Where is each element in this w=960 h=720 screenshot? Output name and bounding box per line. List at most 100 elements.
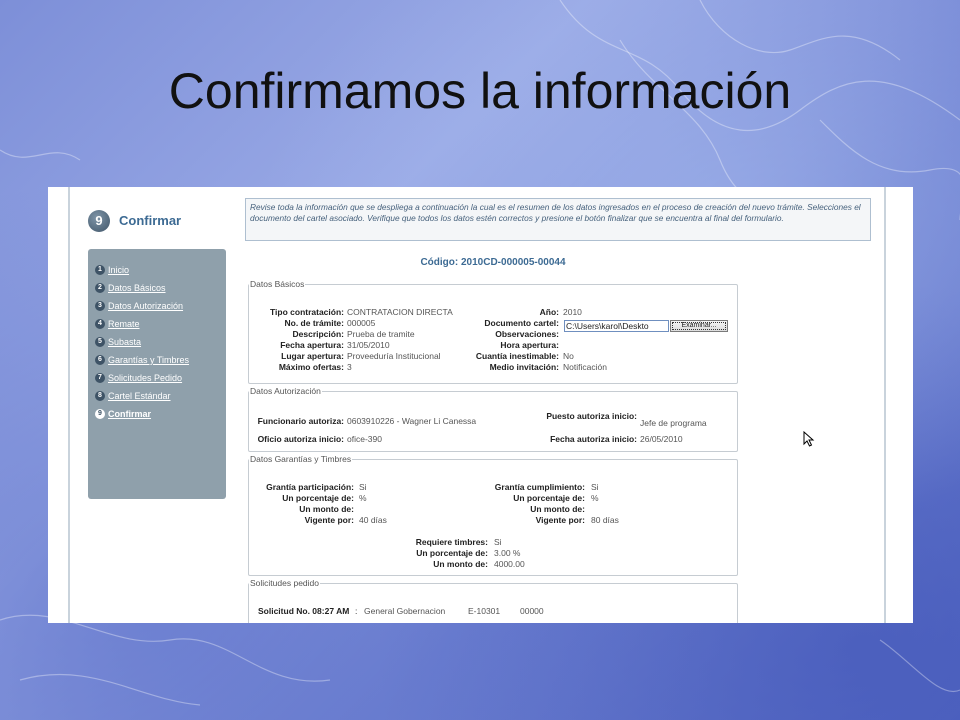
tramite-label: No. de trámite:	[284, 318, 344, 328]
section-legend: Datos Básicos	[250, 279, 305, 289]
anio-value: 2010	[563, 307, 582, 317]
slide-title: Confirmamos la información	[168, 63, 792, 119]
step-2-icon: 2	[95, 283, 105, 293]
step-1-icon: 1	[95, 265, 105, 275]
oficio-label: Oficio autoriza inicio:	[257, 434, 344, 444]
fecha-apertura-label: Fecha apertura:	[280, 340, 344, 350]
porcentaje-2-value: %	[591, 493, 599, 503]
step-number-icon: 9	[88, 210, 110, 232]
sidebar-item-label[interactable]: Solicitudes Pedido	[108, 373, 182, 383]
maximo-ofertas-label: Máximo ofertas:	[278, 362, 344, 372]
medio-invitacion-value: Notificación	[563, 362, 607, 372]
solicitud-num: 00000	[520, 606, 544, 616]
funcionario-label: Funcionario autoriza:	[257, 416, 344, 426]
solicitud-code: E-10301	[468, 606, 501, 616]
porcentaje-2-label: Un porcentaje de:	[513, 493, 585, 503]
sidebar-item-inicio[interactable]: 1 Inicio	[95, 264, 129, 276]
vigente-2-value: 80 días	[591, 515, 619, 525]
sidebar-item-label[interactable]: Subasta	[108, 337, 141, 347]
cuantia-label: Cuantía inestimable:	[475, 351, 559, 361]
sidebar-item-garantias[interactable]: 6 Garantías y Timbres	[95, 354, 189, 366]
tramite-value: 000005	[347, 318, 376, 328]
solicitudes-section: Solicitudes pedido Solicitud No. 08:27 A…	[248, 578, 738, 623]
garantia-participacion-label: Grantía participación:	[266, 482, 354, 492]
step-9-icon: 9	[95, 409, 105, 419]
sidebar-item-label[interactable]: Confirmar	[108, 409, 151, 419]
sidebar-item-label[interactable]: Cartel Estándar	[108, 391, 171, 401]
step-4-icon: 4	[95, 319, 105, 329]
lugar-apertura-value: Proveeduría Institucional	[347, 351, 441, 361]
solicitud-dept: General Gobernacion	[364, 606, 446, 616]
sidebar-item-datos-autorizacion[interactable]: 3 Datos Autorización	[95, 300, 183, 312]
sidebar-item-confirmar[interactable]: 9 Confirmar	[95, 408, 151, 420]
sidebar-item-label[interactable]: Datos Autorización	[108, 301, 183, 311]
instructions-box: Revise toda la información que se despli…	[245, 198, 871, 241]
monto-1-label: Un monto de:	[299, 504, 354, 514]
lugar-apertura-label: Lugar apertura:	[281, 351, 344, 361]
fecha-autoriza-label: Fecha autoriza inicio:	[550, 434, 637, 444]
porcentaje-1-value: %	[359, 493, 367, 503]
porcentaje-1-label: Un porcentaje de:	[282, 493, 354, 503]
sidebar-item-label[interactable]: Datos Básicos	[108, 283, 166, 293]
sidebar-item-remate[interactable]: 4 Remate	[95, 318, 140, 330]
descripcion-label: Descripción:	[292, 329, 345, 339]
frame-right-border	[884, 187, 886, 623]
vigente-2-label: Vigente por:	[535, 515, 585, 525]
monto-2-label: Un monto de:	[530, 504, 585, 514]
sidebar-item-solicitudes[interactable]: 7 Solicitudes Pedido	[95, 372, 182, 384]
sidebar-item-cartel[interactable]: 8 Cartel Estándar	[95, 390, 171, 402]
observaciones-label: Observaciones:	[495, 329, 559, 339]
funcionario-value: 0603910226 - Wagner Li Canessa	[347, 416, 477, 426]
section-legend: Solicitudes pedido	[250, 578, 319, 588]
datos-basicos-section: Datos Básicos Tipo contratación: CONTRAT…	[248, 279, 738, 384]
oficio-value: ofice-390	[347, 434, 382, 444]
sidebar-item-subasta[interactable]: 5 Subasta	[95, 336, 141, 348]
solicitud-separator: :	[355, 606, 358, 616]
examinar-button[interactable]: Examinar...	[670, 320, 728, 332]
tipo-value: CONTRATACION DIRECTA	[347, 307, 453, 317]
section-legend: Datos Autorización	[250, 386, 321, 396]
fecha-autoriza-value: 26/05/2010	[640, 434, 683, 444]
step-6-icon: 6	[95, 355, 105, 365]
vigente-1-value: 40 días	[359, 515, 387, 525]
datos-garantias-section: Datos Garantías y Timbres Grantía partic…	[248, 454, 738, 576]
sidebar-steps: 1 Inicio 2 Datos Básicos 3 Datos Autoriz…	[88, 249, 226, 499]
documento-cartel-label: Documento cartel:	[484, 318, 559, 328]
step-7-icon: 7	[95, 373, 105, 383]
screenshot-panel: 9 Confirmar 1 Inicio 2 Datos Básicos 3 D…	[48, 187, 913, 623]
puesto-value: Jefe de programa	[640, 418, 707, 428]
medio-invitacion-label: Medio invitación:	[489, 362, 559, 372]
monto-3-label: Un monto de:	[433, 559, 488, 569]
garantia-cumplimiento-label: Grantía cumplimiento:	[494, 482, 585, 492]
solicitud-label: Solicitud No. 08:27 AM	[258, 606, 350, 616]
timbres-label: Requiere timbres:	[415, 537, 488, 547]
hora-apertura-label: Hora apertura:	[500, 340, 559, 350]
porcentaje-3-label: Un porcentaje de:	[416, 548, 488, 558]
timbres-value: Si	[494, 537, 502, 547]
garantia-participacion-value: Si	[359, 482, 367, 492]
porcentaje-3-value: 3.00 %	[494, 548, 521, 558]
cuantia-value: No	[563, 351, 574, 361]
step-5-icon: 5	[95, 337, 105, 347]
maximo-ofertas-value: 3	[347, 362, 352, 372]
monto-3-value: 4000.00	[494, 559, 525, 569]
anio-label: Año:	[539, 307, 559, 317]
mouse-pointer-icon	[803, 431, 815, 447]
sidebar-item-label[interactable]: Remate	[108, 319, 140, 329]
descripcion-value: Prueba de tramite	[347, 329, 415, 339]
sidebar-item-label[interactable]: Garantías y Timbres	[108, 355, 189, 365]
datos-autorizacion-section: Datos Autorización Funcionario autoriza:…	[248, 386, 738, 452]
documento-cartel-input[interactable]: C:\Users\karol\Deskto	[564, 320, 669, 332]
tramite-code: Código: 2010CD-000005-00044	[420, 257, 566, 268]
section-legend: Datos Garantías y Timbres	[250, 454, 352, 464]
step-8-icon: 8	[95, 391, 105, 401]
tipo-label: Tipo contratación:	[270, 307, 344, 317]
puesto-label: Puesto autoriza inicio:	[546, 411, 637, 421]
garantia-cumplimiento-value: Si	[591, 482, 599, 492]
vigente-1-label: Vigente por:	[304, 515, 354, 525]
sidebar-item-label[interactable]: Inicio	[108, 265, 129, 275]
sidebar-item-datos-basicos[interactable]: 2 Datos Básicos	[95, 282, 166, 294]
frame-left-border	[68, 187, 70, 623]
fecha-apertura-value: 31/05/2010	[347, 340, 390, 350]
page-title: Confirmar	[119, 213, 182, 228]
